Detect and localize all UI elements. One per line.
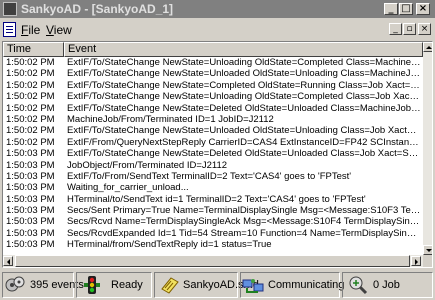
arrow-up-icon xyxy=(426,46,432,49)
table-row[interactable]: 1:50:03 PM JobObject/From/Terminated ID=J… xyxy=(3,160,423,171)
row-time: 1:50:02 PM xyxy=(6,113,55,125)
arrow-down-icon xyxy=(426,249,432,252)
table-row[interactable]: 1:50:03 PM Secs/Sent Primary=True Name=Te… xyxy=(3,205,423,216)
app-icon[interactable] xyxy=(3,2,17,16)
document-icon xyxy=(161,277,179,294)
menu-view-accel: V xyxy=(46,23,54,37)
status-bar: 395 events Ready SankyoAD.smd Communicat… xyxy=(0,270,435,300)
scroll-down-button[interactable] xyxy=(423,245,432,255)
traffic-light-icon xyxy=(84,276,100,294)
row-event: Secs/RcvdExpanded Id=1 Tid=54 Stream=10 … xyxy=(67,227,421,239)
table-row[interactable]: 1:50:02 PM MachineJob/From/Terminated ID=… xyxy=(3,114,423,125)
row-time: 1:50:02 PM xyxy=(6,136,55,148)
child-restore-button[interactable]: ▫ xyxy=(403,23,416,35)
table-row[interactable]: 1:50:03 PM Secs/RcvdExpanded Id=1 Tid=54 … xyxy=(3,228,423,239)
scroll-left-button[interactable] xyxy=(3,256,13,266)
event-log-list[interactable]: Time Event 1:50:02 PM ExtIF/To/StateChang… xyxy=(2,41,433,268)
document-icon[interactable] xyxy=(3,22,16,37)
horizontal-scrollbar[interactable] xyxy=(3,255,423,267)
row-event: ExtIF/From/QueryNextStepReply CarrierID=… xyxy=(67,136,421,148)
row-time: 1:50:03 PM xyxy=(6,170,55,182)
minimize-button[interactable]: _ xyxy=(384,3,398,15)
comm-state: Communicating xyxy=(268,279,345,291)
row-time: 1:50:03 PM xyxy=(6,216,55,228)
table-row[interactable]: 1:50:03 PM ExtIF/To/StateChange NewState=… xyxy=(3,148,423,159)
table-row[interactable]: 1:50:02 PM ExtIF/To/StateChange NewState=… xyxy=(3,103,423,114)
menu-file[interactable]: File xyxy=(21,23,40,37)
table-row[interactable]: 1:50:02 PM ExtIF/To/StateChange NewState=… xyxy=(3,91,423,102)
column-header-event[interactable]: Event xyxy=(64,42,423,57)
horizontal-scroll-thumb[interactable] xyxy=(15,255,410,267)
child-close-button[interactable]: × xyxy=(418,23,431,35)
row-event: MachineJob/From/Terminated ID=1 JobID=J2… xyxy=(67,113,274,125)
row-event: ExtIF/To/StateChange NewState=Completed … xyxy=(67,79,421,91)
row-event: JobObject/From/Terminated ID=J2112 xyxy=(67,159,228,171)
row-event: Secs/Sent Primary=True Name=TerminalDisp… xyxy=(67,205,421,217)
row-event: ExtIF/To/From/SendText TerminalID=2 Text… xyxy=(67,170,352,182)
main-window: SankyoAD - [SankyoAD_1] _ □ × File View … xyxy=(0,0,435,300)
vertical-scrollbar[interactable] xyxy=(423,42,432,255)
menu-bar: File View _ ▫ × xyxy=(0,20,435,40)
scroll-up-button[interactable] xyxy=(423,42,432,52)
row-event: Secs/Rcvd Name=TermDisplaySingleAck Msg=… xyxy=(67,216,421,228)
maximize-button[interactable]: □ xyxy=(399,3,413,15)
log-rows: 1:50:02 PM ExtIF/To/StateChange NewState=… xyxy=(3,57,423,251)
row-event: ExtIF/To/StateChange NewState=Unloading … xyxy=(67,57,421,68)
row-time: 1:50:03 PM xyxy=(6,205,55,217)
row-time: 1:50:03 PM xyxy=(6,182,55,194)
table-row[interactable]: 1:50:03 PM ExtIF/To/From/SendText Termina… xyxy=(3,171,423,182)
app-state: Ready xyxy=(111,279,143,291)
row-event: ExtIF/To/StateChange NewState=Deleted Ol… xyxy=(67,102,421,114)
row-event: ExtIF/To/StateChange NewState=Unloading … xyxy=(67,91,421,103)
table-row[interactable]: 1:50:03 PM HTerminal/to/SendText id=1 Ter… xyxy=(3,194,423,205)
row-event: HTerminal/from/SendTextReply id=1 status… xyxy=(67,239,272,251)
row-time: 1:50:03 PM xyxy=(6,239,55,251)
row-time: 1:50:03 PM xyxy=(6,159,55,171)
scroll-right-button[interactable] xyxy=(411,256,421,266)
row-time: 1:50:03 PM xyxy=(6,227,55,239)
table-row[interactable]: 1:50:03 PM Secs/Rcvd Name=TermDisplaySing… xyxy=(3,216,423,227)
table-row[interactable]: 1:50:03 PM Waiting_for_carrier_unload... xyxy=(3,182,423,193)
row-time: 1:50:02 PM xyxy=(6,57,55,68)
menu-view[interactable]: View xyxy=(46,23,72,37)
arrow-right-icon xyxy=(415,259,418,265)
row-time: 1:50:02 PM xyxy=(6,68,55,80)
window-title: SankyoAD - [SankyoAD_1] xyxy=(21,2,174,16)
status-pane-file: SankyoAD.smd xyxy=(154,272,259,298)
table-row[interactable]: 1:50:02 PM ExtIF/From/QueryNextStepReply … xyxy=(3,137,423,148)
menu-view-rest: iew xyxy=(53,23,72,37)
row-event: ExtIF/To/StateChange NewState=Unloaded O… xyxy=(67,125,421,137)
row-event: Waiting_for_carrier_unload... xyxy=(67,182,189,194)
row-event: ExtIF/To/StateChange NewState=Unloaded O… xyxy=(67,68,421,80)
row-time: 1:50:03 PM xyxy=(6,148,55,160)
table-row[interactable]: 1:50:03 PM HTerminal/from/SendTextReply i… xyxy=(3,239,423,250)
row-event: ExtIF/To/StateChange NewState=Deleted Ol… xyxy=(67,148,421,160)
status-pane-jobs: 0 Job xyxy=(342,272,433,298)
close-button[interactable]: × xyxy=(416,3,430,15)
table-row[interactable]: 1:50:02 PM ExtIF/To/StateChange NewState=… xyxy=(3,125,423,136)
column-header-time[interactable]: Time xyxy=(3,42,64,57)
menu-file-rest: ile xyxy=(28,23,41,37)
job-count: 0 Job xyxy=(373,279,400,291)
row-event: HTerminal/to/SendText id=1 TerminalID=2 … xyxy=(67,193,366,205)
row-time: 1:50:03 PM xyxy=(6,193,55,205)
row-time: 1:50:02 PM xyxy=(6,125,55,137)
status-pane-events: 395 events xyxy=(2,272,84,298)
table-row[interactable]: 1:50:02 PM ExtIF/To/StateChange NewState=… xyxy=(3,80,423,91)
arrow-left-icon xyxy=(7,259,10,265)
scrollbar-corner xyxy=(423,255,432,267)
network-icon xyxy=(242,279,264,293)
table-row[interactable]: 1:50:02 PM ExtIF/To/StateChange NewState=… xyxy=(3,68,423,79)
status-pane-state: Ready xyxy=(76,272,152,298)
row-time: 1:50:02 PM xyxy=(6,91,55,103)
row-time: 1:50:02 PM xyxy=(6,102,55,114)
child-minimize-button[interactable]: _ xyxy=(389,23,402,35)
wheels-icon xyxy=(5,276,25,292)
list-header: Time Event xyxy=(3,42,423,57)
row-time: 1:50:02 PM xyxy=(6,79,55,91)
status-pane-comm: Communicating xyxy=(240,272,344,298)
title-bar[interactable]: SankyoAD - [SankyoAD_1] _ □ × xyxy=(0,0,435,18)
jobs-icon xyxy=(349,276,368,295)
table-row[interactable]: 1:50:02 PM ExtIF/To/StateChange NewState=… xyxy=(3,57,423,68)
